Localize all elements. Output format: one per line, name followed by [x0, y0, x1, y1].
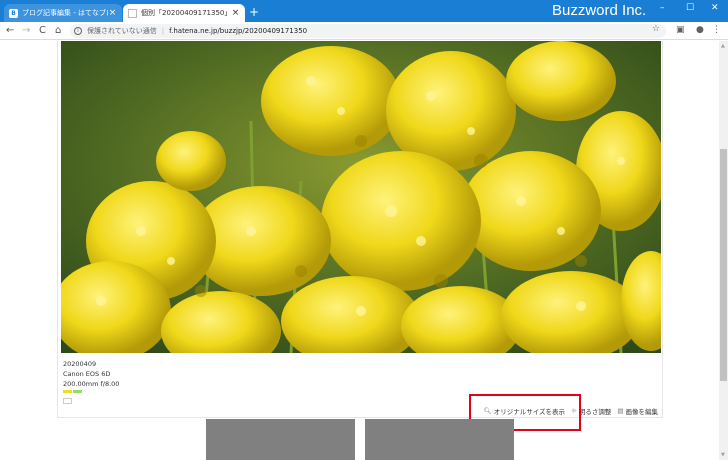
- tab-blog-edit[interactable]: B ブログ記事編集 - はてなブログ ×: [4, 4, 122, 22]
- tab-photo-detail[interactable]: 個別「20200409171350」の写真、 ×: [123, 4, 245, 22]
- star-icon[interactable]: ☆: [652, 24, 660, 34]
- info-icon[interactable]: i: [74, 27, 82, 35]
- photo-metadata: 20200409 Canon EOS 6D 200.00mm f/8.00: [63, 359, 119, 389]
- color-swatches: [63, 390, 82, 393]
- photo-date: 20200409: [63, 360, 97, 368]
- url-text: f.hatena.ne.jp/buzzjp/20200409171350: [169, 27, 308, 35]
- tab-label: ブログ記事編集 - はてなブログ: [22, 9, 108, 17]
- watermark-logo: Buzzword Inc.: [552, 2, 647, 19]
- tab-label: 個別「20200409171350」の写真、: [141, 9, 231, 17]
- rapeseed-flowers-photo[interactable]: [61, 41, 661, 353]
- divider: |: [161, 27, 165, 35]
- image-edit-icon: ▤: [617, 407, 624, 415]
- back-button[interactable]: ←: [6, 24, 14, 38]
- scroll-up-arrow[interactable]: ▲: [721, 43, 725, 49]
- account-icon[interactable]: ●: [696, 25, 704, 35]
- color-swatch: [73, 390, 82, 393]
- thumbnail-placeholder[interactable]: [206, 419, 355, 460]
- address-bar[interactable]: i 保護されていない通信 | f.hatena.ne.jp/buzzjp/202…: [70, 24, 666, 38]
- photo-card: 20200409 Canon EOS 6D 200.00mm f/8.00 🔍︎…: [57, 41, 663, 418]
- page-icon: [128, 8, 137, 18]
- new-tab-button[interactable]: +: [249, 5, 259, 19]
- home-button[interactable]: ⌂: [55, 24, 61, 38]
- security-label: 保護されていない通信: [87, 27, 157, 35]
- minimize-button[interactable]: –: [660, 3, 665, 13]
- forward-button[interactable]: →: [22, 24, 30, 38]
- thumbnail-placeholder[interactable]: [365, 419, 514, 460]
- close-icon[interactable]: ×: [108, 8, 117, 18]
- menu-icon[interactable]: ⋮: [712, 25, 721, 35]
- action-label: 明るさ調整: [578, 408, 612, 416]
- close-window-button[interactable]: ✕: [711, 3, 719, 13]
- maximize-button[interactable]: ☐: [686, 3, 694, 13]
- camera-model: Canon EOS 6D: [63, 370, 111, 378]
- scrollbar-thumb[interactable]: [720, 149, 727, 381]
- reload-button[interactable]: C: [39, 24, 46, 38]
- action-label: 画像を編集: [625, 408, 659, 416]
- edit-image-link[interactable]: ▤ 画像を編集: [617, 406, 658, 416]
- scroll-down-arrow[interactable]: ▼: [721, 452, 725, 458]
- exposure-info: 200.00mm f/8.00: [63, 380, 120, 388]
- hatena-blog-icon: B: [9, 8, 18, 18]
- tab-strip: B ブログ記事編集 - はてなブログ × 個別「20200409171350」の…: [0, 0, 728, 22]
- vertical-scrollbar[interactable]: ▲ ▼: [719, 41, 728, 460]
- edit-icon[interactable]: [63, 398, 72, 404]
- browser-toolbar: ← → C ⌂ i 保護されていない通信 | f.hatena.ne.jp/bu…: [0, 22, 728, 40]
- color-swatch: [63, 390, 72, 393]
- extension-icon[interactable]: ▣: [676, 25, 685, 35]
- page-viewport: 20200409 Canon EOS 6D 200.00mm f/8.00 🔍︎…: [0, 41, 719, 460]
- close-icon[interactable]: ×: [231, 8, 240, 18]
